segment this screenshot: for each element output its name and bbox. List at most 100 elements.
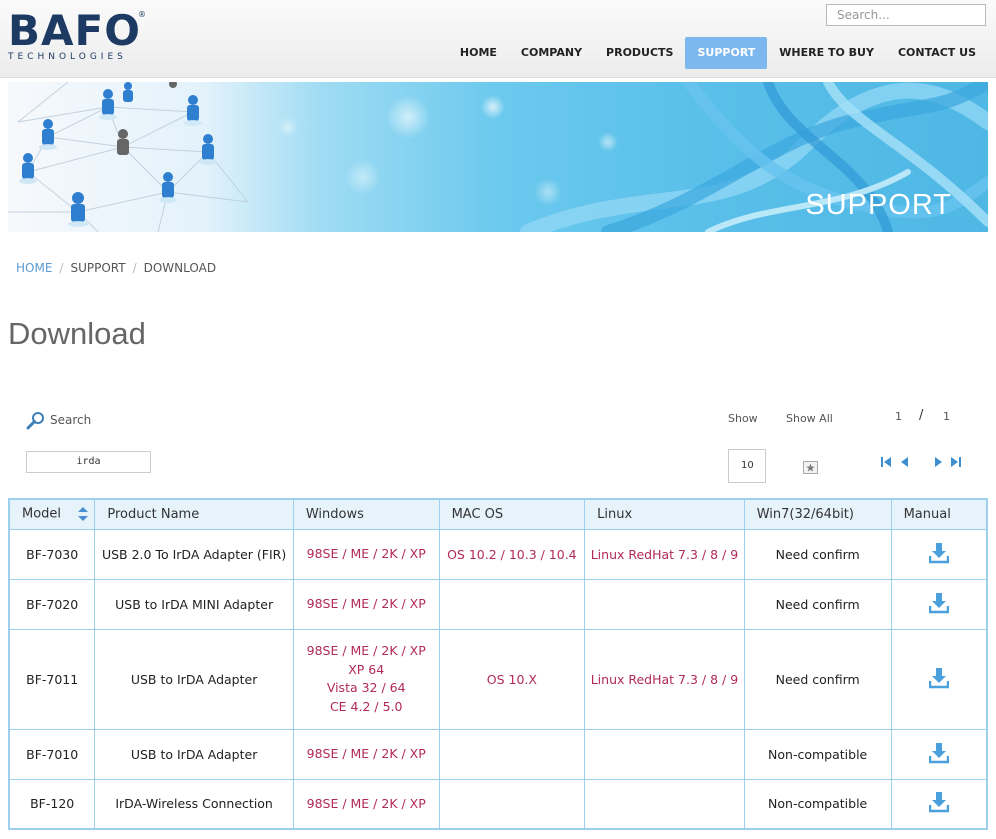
cell-manual: [890, 628, 988, 730]
breadcrumb: HOME / SUPPORT / DOWNLOAD: [16, 261, 216, 275]
cell-manual: [890, 728, 988, 780]
download-icon[interactable]: [928, 742, 949, 764]
main-nav: HOME COMPANY PRODUCTS SUPPORT WHERE TO B…: [448, 37, 988, 69]
windows-version[interactable]: CE 4.2 / 5.0: [294, 698, 439, 717]
magnifier-icon: [26, 412, 44, 430]
bafo-logo[interactable]: BAFO ® TECHNOLOGIES: [8, 10, 148, 64]
nav-support[interactable]: SUPPORT: [685, 37, 768, 69]
pager-separator: /: [919, 408, 924, 423]
cell-model: BF-120: [8, 778, 96, 830]
logo-wordmark: BAFO: [8, 6, 141, 55]
cell-product-name: IrDA-Wireless Connection: [94, 778, 294, 830]
breadcrumb-current: DOWNLOAD: [143, 261, 217, 275]
pager-total-pages: 1: [943, 410, 950, 423]
cell-manual: [890, 778, 988, 830]
last-page-icon[interactable]: [948, 455, 962, 469]
search-label-text: Search: [50, 413, 92, 427]
prev-page-icon[interactable]: [898, 455, 912, 469]
download-icon[interactable]: [928, 791, 949, 813]
cell-windows[interactable]: 98SE / ME / 2K / XP: [292, 578, 440, 630]
nav-company[interactable]: COMPANY: [509, 37, 594, 69]
nav-where-to-buy[interactable]: WHERE TO BUY: [767, 37, 886, 69]
windows-version[interactable]: 98SE / ME / 2K / XP: [294, 795, 439, 814]
windows-version[interactable]: 98SE / ME / 2K / XP: [294, 745, 439, 764]
column-header-manual: Manual: [890, 498, 988, 530]
cell-mac-os[interactable]: OS 10.2 / 10.3 / 10.4: [438, 528, 586, 580]
table-header-row: Model Product Name Windows MAC OS Linux …: [8, 498, 988, 530]
show-all-label: Show All: [786, 412, 833, 425]
site-header: BAFO ® TECHNOLOGIES Search... HOME COMPA…: [0, 0, 996, 78]
table-row: BF-7030 USB 2.0 To IrDA Adapter (FIR) 98…: [8, 528, 988, 580]
download-icon[interactable]: [928, 542, 949, 564]
table-search-label: Search: [26, 410, 91, 430]
cell-linux: [584, 728, 745, 780]
cell-linux: [584, 778, 745, 830]
site-search-input[interactable]: Search...: [826, 4, 986, 26]
cell-manual: [890, 528, 988, 580]
pager-current-page: 1: [895, 410, 902, 423]
cell-product-name: USB to IrDA Adapter: [94, 628, 294, 730]
star-box-icon[interactable]: [803, 461, 818, 474]
cell-linux[interactable]: Linux RedHat 7.3 / 8 / 9: [584, 528, 745, 580]
show-label: Show: [728, 412, 758, 425]
table-row: BF-7020 USB to IrDA MINI Adapter 98SE / …: [8, 578, 988, 630]
cell-model: BF-7010: [8, 728, 96, 780]
cell-product-name: USB 2.0 To IrDA Adapter (FIR): [94, 528, 294, 580]
breadcrumb-support[interactable]: SUPPORT: [70, 261, 125, 275]
breadcrumb-separator: /: [59, 261, 64, 275]
cell-mac-os: [438, 578, 586, 630]
cell-mac-os[interactable]: OS 10.X: [438, 628, 586, 730]
column-header-model[interactable]: Model: [8, 498, 96, 530]
cell-model: BF-7020: [8, 578, 96, 630]
nav-products[interactable]: PRODUCTS: [594, 37, 685, 69]
windows-version[interactable]: Vista 32 / 64: [294, 679, 439, 698]
cell-linux[interactable]: Linux RedHat 7.3 / 8 / 9: [584, 628, 745, 730]
download-icon[interactable]: [928, 667, 949, 689]
first-page-icon[interactable]: [880, 455, 894, 469]
nav-home[interactable]: HOME: [448, 37, 509, 69]
table-row: BF-120 IrDA-Wireless Connection 98SE / M…: [8, 778, 988, 830]
windows-version[interactable]: 98SE / ME / 2K / XP: [294, 545, 439, 564]
table-row: BF-7011 USB to IrDA Adapter 98SE / ME / …: [8, 628, 988, 730]
cell-win7: Need confirm: [743, 528, 892, 580]
cell-windows[interactable]: 98SE / ME / 2K / XP: [292, 528, 440, 580]
windows-version[interactable]: XP 64: [294, 661, 439, 680]
breadcrumb-separator: /: [132, 261, 137, 275]
cell-win7: Need confirm: [743, 578, 892, 630]
cell-mac-os: [438, 728, 586, 780]
table-row: BF-7010 USB to IrDA Adapter 98SE / ME / …: [8, 728, 988, 780]
column-header-linux: Linux: [584, 498, 745, 530]
table-search-input[interactable]: irda: [26, 451, 151, 473]
cell-linux: [584, 578, 745, 630]
download-table: Model Product Name Windows MAC OS Linux …: [8, 498, 988, 830]
nav-contact-us[interactable]: CONTACT US: [886, 37, 988, 69]
cell-win7: Non-compatible: [743, 728, 892, 780]
cell-windows[interactable]: 98SE / ME / 2K / XP: [292, 778, 440, 830]
next-page-icon[interactable]: [931, 455, 945, 469]
column-header-mac-os: MAC OS: [438, 498, 586, 530]
cell-win7: Need confirm: [743, 628, 892, 730]
cell-windows[interactable]: 98SE / ME / 2K / XP XP 64 Vista 32 / 64 …: [292, 628, 440, 730]
page-title: Download: [8, 316, 146, 351]
banner-title: SUPPORT: [805, 189, 952, 221]
column-header-win7: Win7(32/64bit): [743, 498, 892, 530]
column-header-product-name: Product Name: [94, 498, 294, 530]
cell-manual: [890, 578, 988, 630]
cell-product-name: USB to IrDA Adapter: [94, 728, 294, 780]
cell-windows[interactable]: 98SE / ME / 2K / XP: [292, 728, 440, 780]
logo-registered-mark: ®: [138, 10, 146, 19]
cell-product-name: USB to IrDA MINI Adapter: [94, 578, 294, 630]
breadcrumb-home[interactable]: HOME: [16, 261, 52, 275]
cell-win7: Non-compatible: [743, 778, 892, 830]
rows-per-page-input[interactable]: 10: [728, 449, 766, 483]
windows-version[interactable]: 98SE / ME / 2K / XP: [294, 595, 439, 614]
column-header-model-label: Model: [22, 506, 62, 522]
download-icon[interactable]: [928, 592, 949, 614]
windows-version[interactable]: 98SE / ME / 2K / XP: [294, 642, 439, 661]
support-banner: SUPPORT: [8, 82, 988, 232]
cell-model: BF-7030: [8, 528, 96, 580]
cell-mac-os: [438, 778, 586, 830]
column-header-windows: Windows: [292, 498, 440, 530]
cell-model: BF-7011: [8, 628, 96, 730]
sort-icon[interactable]: [77, 506, 89, 522]
